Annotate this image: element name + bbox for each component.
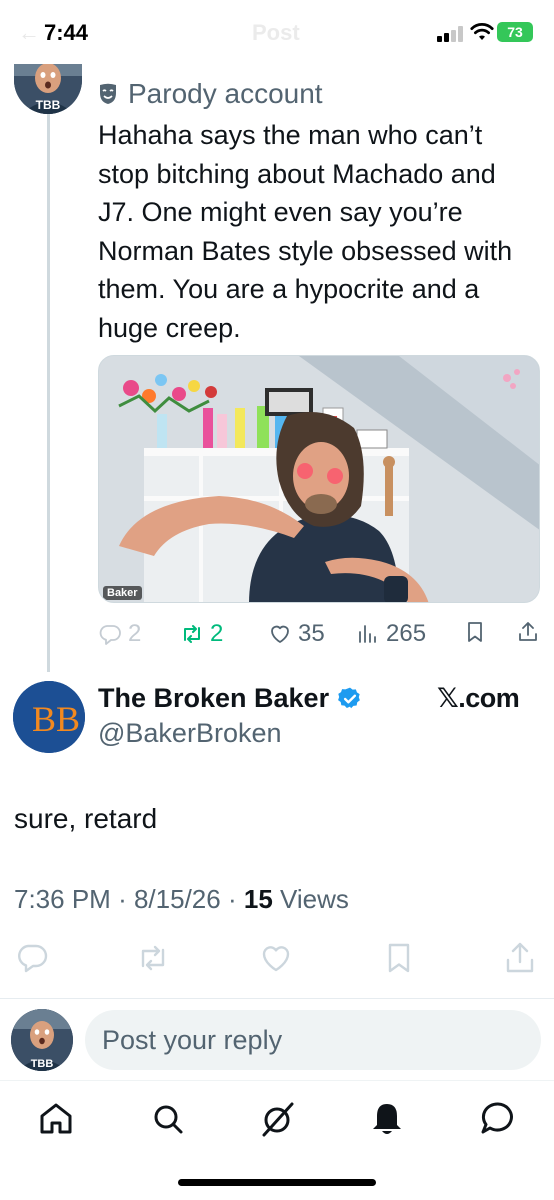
views-label: Views	[280, 884, 349, 914]
user-avatar-photo: TBB	[11, 1009, 73, 1071]
meta-separator: ·	[118, 884, 127, 914]
like-count: 35	[298, 620, 325, 647]
author-handle[interactable]: @BakerBroken	[98, 718, 282, 749]
reply-button[interactable]: 2	[98, 620, 141, 648]
reply-input[interactable]: Post your reply	[85, 1010, 541, 1070]
svg-text:BB: BB	[32, 699, 80, 739]
like-icon	[271, 625, 289, 643]
views-icon	[359, 625, 376, 643]
home-icon[interactable]	[36, 1099, 76, 1139]
svg-text:TBB: TBB	[36, 98, 61, 112]
bookmark-icon[interactable]	[381, 940, 417, 976]
grok-icon[interactable]	[258, 1099, 298, 1139]
repost-button[interactable]: 2	[180, 620, 223, 648]
reply-icon	[99, 625, 121, 645]
parody-label-text: Parody account	[128, 78, 323, 109]
parody-mask-icon	[100, 83, 116, 104]
repost-icon	[184, 625, 200, 643]
parent-tweet-actions: 2 2 35 265	[98, 620, 540, 656]
bookmark-button[interactable]	[463, 620, 487, 644]
share-button[interactable]	[516, 620, 540, 644]
bookmark-icon	[468, 622, 482, 642]
views-count: 265	[386, 620, 427, 647]
repost-count: 2	[210, 620, 224, 647]
svg-text:TBB: TBB	[31, 1058, 54, 1070]
notifications-icon[interactable]	[367, 1099, 407, 1139]
like-button[interactable]: 35	[268, 620, 325, 648]
author-name-row[interactable]: The Broken Baker	[98, 683, 363, 714]
divider	[0, 998, 554, 999]
broken-baker-logo: BB	[13, 681, 85, 753]
main-tweet-text: sure, retard	[14, 803, 158, 834]
tweet-date[interactable]: 8/15/26	[134, 884, 221, 914]
like-icon[interactable]	[258, 940, 294, 976]
meta-separator: ·	[227, 884, 237, 914]
reply-count: 2	[128, 620, 142, 647]
share-icon[interactable]	[502, 940, 538, 976]
reply-avatar[interactable]: TBB	[11, 1009, 73, 1071]
tweet-time[interactable]: 7:36 PM	[14, 884, 111, 914]
status-bar: ← 7:44 Post 73	[0, 0, 554, 64]
repost-icon[interactable]	[135, 940, 171, 976]
battery-indicator: 73	[497, 22, 533, 42]
home-indicator	[178, 1179, 376, 1186]
display-name[interactable]: The Broken Baker	[98, 683, 329, 714]
wifi-icon	[470, 23, 494, 40]
share-icon	[519, 622, 537, 641]
source-label: 𝕏.com	[437, 683, 520, 713]
verified-badge-icon	[338, 687, 360, 708]
tweet-media-image[interactable]: Baker	[98, 355, 540, 603]
reply-icon[interactable]	[14, 940, 50, 976]
page-title-ghost: Post	[252, 20, 300, 45]
messages-icon[interactable]	[478, 1099, 518, 1139]
search-icon[interactable]	[148, 1099, 188, 1139]
parent-tweet-text: Hahaha says the man who can’t stop bitch…	[98, 120, 513, 343]
media-photo	[99, 356, 539, 602]
author-avatar[interactable]: BB	[13, 681, 85, 753]
status-time: 7:44	[44, 20, 89, 45]
tweet-meta: 7:36 PM · 8/15/26 · 15 Views	[14, 884, 349, 915]
parody-account-label: Parody account	[98, 78, 323, 110]
views-button[interactable]: 265	[356, 620, 426, 648]
back-arrow-ghost: ←	[18, 20, 40, 45]
thread-line	[47, 112, 50, 672]
cellular-signal-icon	[437, 26, 465, 42]
main-tweet-actions	[0, 940, 554, 980]
views-number: 15	[243, 884, 273, 914]
media-caption: Baker	[103, 586, 142, 600]
